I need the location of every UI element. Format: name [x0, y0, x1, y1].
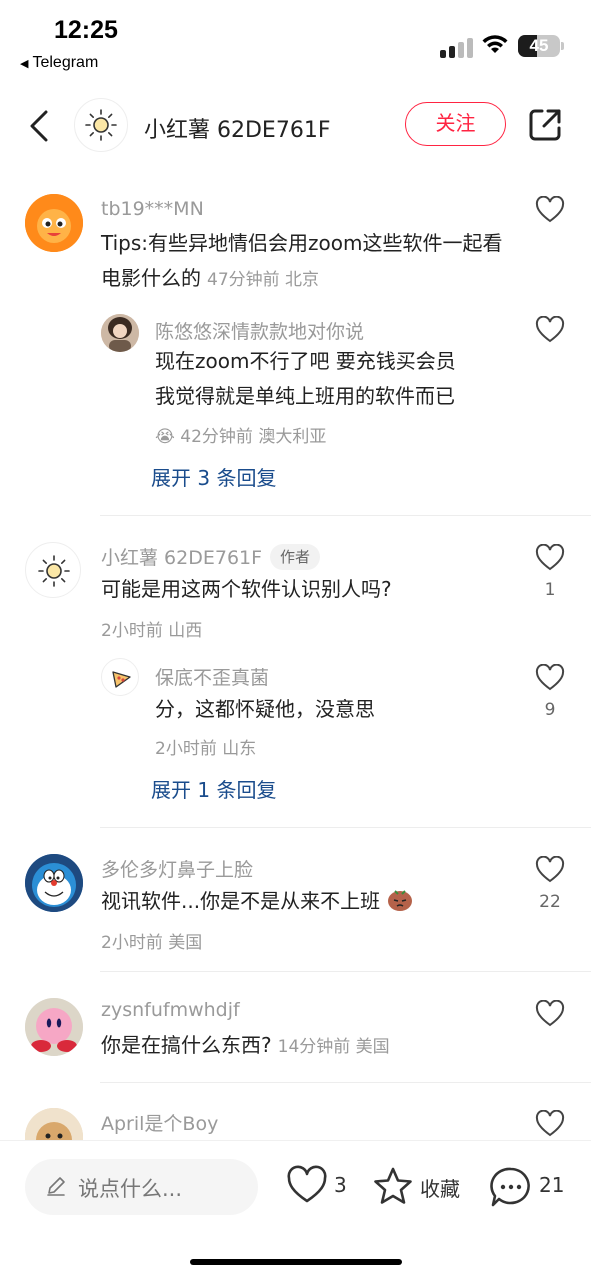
comment-username[interactable]: 小红薯 62DE761F	[101, 547, 262, 569]
comment-username-row: 小红薯 62DE761F 作者	[101, 543, 321, 570]
author-avatar[interactable]	[74, 98, 128, 152]
sun-icon	[38, 555, 70, 587]
comment-count: 21	[539, 1173, 565, 1197]
divider	[100, 515, 591, 516]
reply-user-avatar[interactable]	[101, 314, 139, 352]
pencil-icon	[47, 1177, 65, 1196]
reply-meta: 42分钟前 澳大利亚	[180, 427, 327, 447]
like-count: 9	[544, 700, 556, 720]
home-indicator[interactable]	[190, 1259, 402, 1265]
heart-icon[interactable]	[535, 856, 565, 884]
comment-body: 视讯软件...你是不是从来不上班	[101, 889, 381, 913]
comment-body: 你是在搞什么东西?	[101, 1033, 272, 1057]
user-avatar[interactable]	[25, 854, 83, 912]
expand-replies-link[interactable]: 展开 3 条回复	[151, 462, 276, 491]
like-count: 3	[334, 1173, 347, 1197]
battery-icon: 45	[518, 35, 560, 57]
share-icon[interactable]	[526, 106, 564, 144]
heart-icon[interactable]	[535, 544, 565, 572]
heart-icon[interactable]	[535, 1000, 565, 1028]
reply-username[interactable]: 保底不歪真菌	[155, 663, 269, 690]
comment-username[interactable]: tb19***MN	[101, 198, 204, 220]
comment-text: 可能是用这两个软件认识别人吗?	[101, 577, 392, 601]
wifi-icon	[482, 35, 508, 53]
comment-button[interactable]: 21	[489, 1165, 569, 1209]
heart-icon[interactable]	[535, 1110, 565, 1138]
status-bar: 12:25 ◀ Telegram 45	[0, 0, 591, 80]
comment-text: 你是在搞什么东西? 14分钟前 美国	[101, 1028, 521, 1065]
portrait-avatar-icon	[101, 314, 139, 352]
battery-tip	[561, 42, 564, 50]
like-count: 1	[544, 580, 556, 600]
reply-meta-row: 😭 42分钟前 澳大利亚	[155, 422, 326, 447]
comment-meta: 14分钟前 美国	[277, 1037, 390, 1057]
comment-text: 视讯软件...你是不是从来不上班	[101, 884, 521, 919]
user-avatar[interactable]	[25, 998, 83, 1056]
dog-avatar-icon	[25, 1108, 83, 1140]
heart-icon[interactable]	[535, 664, 565, 692]
pizza-icon	[112, 671, 131, 688]
comment-input-placeholder: 说点什么...	[78, 1177, 183, 1201]
user-avatar[interactable]	[25, 542, 81, 598]
author-name[interactable]: 小红薯 62DE761F	[144, 112, 330, 144]
comment-username[interactable]: April是个Boy	[101, 1109, 218, 1136]
battery-level: 45	[529, 36, 549, 55]
comment-username[interactable]: 多伦多灯鼻子上脸	[101, 855, 253, 882]
cellular-signal-icon	[440, 36, 474, 58]
divider	[100, 1082, 591, 1083]
divider	[100, 971, 591, 972]
comment-meta: 47分钟前 北京	[207, 270, 320, 290]
collect-button[interactable]: 收藏	[372, 1165, 468, 1209]
back-to-app-link[interactable]: ◀ Telegram	[20, 54, 98, 72]
reply-username[interactable]: 陈悠悠深情款款地对你说	[155, 317, 364, 344]
like-button[interactable]: 3	[286, 1165, 350, 1209]
like-count: 22	[539, 892, 561, 912]
note-header: 小红薯 62DE761F 关注	[0, 90, 591, 160]
heart-icon[interactable]	[535, 316, 565, 344]
reply-text-line: 我觉得就是单纯上班用的软件而已	[155, 384, 455, 408]
star-icon	[374, 1167, 412, 1204]
divider	[100, 827, 591, 828]
reply-meta: 2小时前 山东	[155, 739, 257, 759]
orange-mascot-icon	[25, 194, 83, 252]
comment-text: Tips:有些异地情侣会用zoom这些软件一起看电影什么的 47分钟前 北京	[101, 226, 511, 298]
crying-emoji: 😭	[155, 427, 175, 447]
reply-text: 现在zoom不行了吧 要充钱买会员 我觉得就是单纯上班用的软件而已	[155, 344, 515, 414]
comment-list[interactable]: tb19***MN Tips:有些异地情侣会用zoom这些软件一起看电影什么的 4…	[0, 180, 591, 1140]
heart-icon[interactable]	[535, 196, 565, 224]
sun-icon	[85, 109, 117, 141]
reply-text-line: 现在zoom不行了吧 要充钱买会员	[155, 349, 456, 373]
comment-username[interactable]: zysnfufmwhdjf	[101, 999, 240, 1021]
author-badge: 作者	[270, 544, 321, 570]
kirby-avatar-icon	[25, 998, 83, 1056]
reply-text: 分，这都怀疑他，没意思	[155, 697, 375, 721]
comment-meta: 2小时前 美国	[101, 933, 203, 953]
user-avatar[interactable]	[25, 194, 83, 252]
status-time: 12:25	[54, 16, 118, 44]
back-triangle-icon: ◀	[20, 58, 29, 70]
back-app-label: Telegram	[32, 54, 99, 71]
back-arrow-icon[interactable]	[22, 106, 56, 146]
comment-meta: 2小时前 山西	[101, 621, 203, 641]
heart-icon	[287, 1165, 327, 1203]
doraemon-avatar-icon	[25, 854, 83, 912]
comment-input[interactable]: 说点什么...	[25, 1159, 258, 1215]
chat-bubble-icon	[490, 1167, 530, 1207]
collect-label: 收藏	[420, 1177, 460, 1201]
expand-replies-link[interactable]: 展开 1 条回复	[151, 774, 276, 803]
annoyed-emoji-icon	[388, 890, 413, 911]
user-avatar[interactable]	[25, 1108, 83, 1140]
reply-user-avatar[interactable]	[101, 658, 139, 696]
follow-button[interactable]: 关注	[405, 102, 506, 146]
